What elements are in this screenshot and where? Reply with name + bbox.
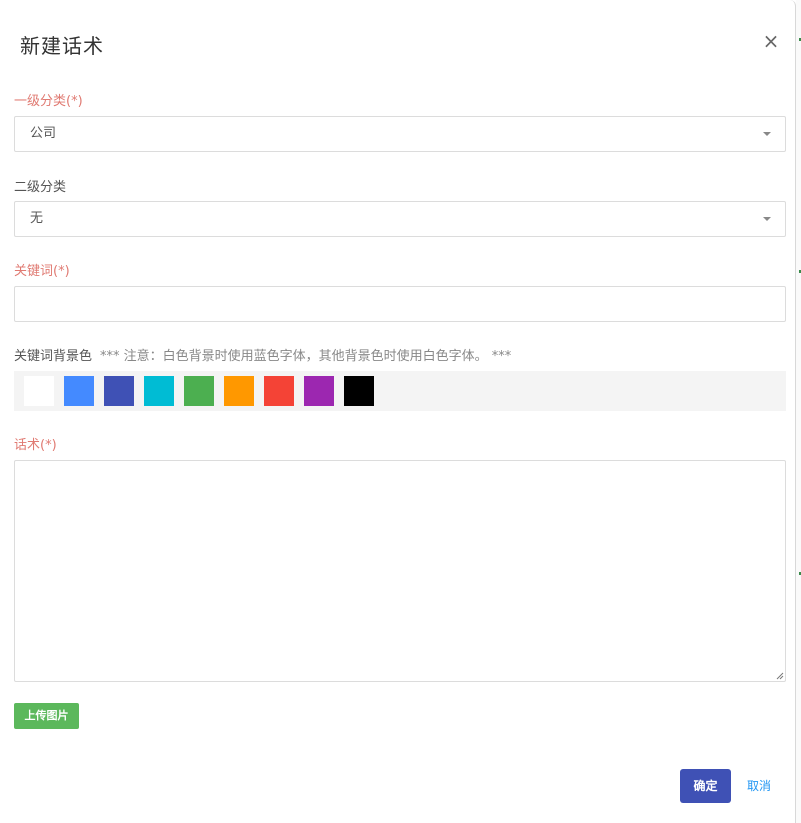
color-swatch[interactable] [184, 376, 214, 406]
category2-value: 无 [30, 211, 44, 226]
script-label: 话术(*) [14, 438, 57, 453]
color-swatch[interactable] [104, 376, 134, 406]
close-icon[interactable]: × [762, 30, 780, 52]
color-swatch[interactable] [144, 376, 174, 406]
category2-select[interactable]: 无 [14, 201, 786, 237]
keyword-bg-note: *** 注意：白色背景时使用蓝色字体，其他背景色时使用白色字体。 *** [100, 349, 512, 364]
color-swatch[interactable] [64, 376, 94, 406]
color-swatch[interactable] [24, 376, 54, 406]
color-swatch[interactable] [304, 376, 334, 406]
color-swatch[interactable] [344, 376, 374, 406]
keyword-bg-label: 关键词背景色 [14, 349, 93, 364]
upload-image-button[interactable]: 上传图片 [14, 703, 79, 729]
resize-grip-icon[interactable] [776, 672, 784, 680]
chevron-down-icon [763, 217, 771, 221]
keyword-bg-label-row: 关键词背景色 *** 注意：白色背景时使用蓝色字体，其他背景色时使用白色字体。 *… [14, 345, 511, 364]
keyword-input[interactable] [14, 286, 786, 322]
color-swatch-bar [14, 371, 786, 411]
background-edge [796, 0, 801, 823]
confirm-button[interactable]: 确定 [680, 769, 731, 803]
keyword-label: 关键词(*) [14, 264, 70, 279]
script-textarea[interactable] [14, 460, 786, 682]
color-swatch[interactable] [224, 376, 254, 406]
category1-value: 公司 [30, 126, 57, 141]
dialog-title: 新建话术 [20, 34, 104, 58]
category1-label: 一级分类(*) [14, 94, 83, 109]
cancel-button[interactable]: 取消 [743, 769, 775, 803]
color-swatch[interactable] [264, 376, 294, 406]
new-script-dialog: 新建话术 × 一级分类(*) 公司 二级分类 无 关键词(*) 关键词背景色 **… [0, 0, 796, 823]
chevron-down-icon [763, 132, 771, 136]
category1-select[interactable]: 公司 [14, 116, 786, 152]
category2-label: 二级分类 [14, 180, 67, 195]
